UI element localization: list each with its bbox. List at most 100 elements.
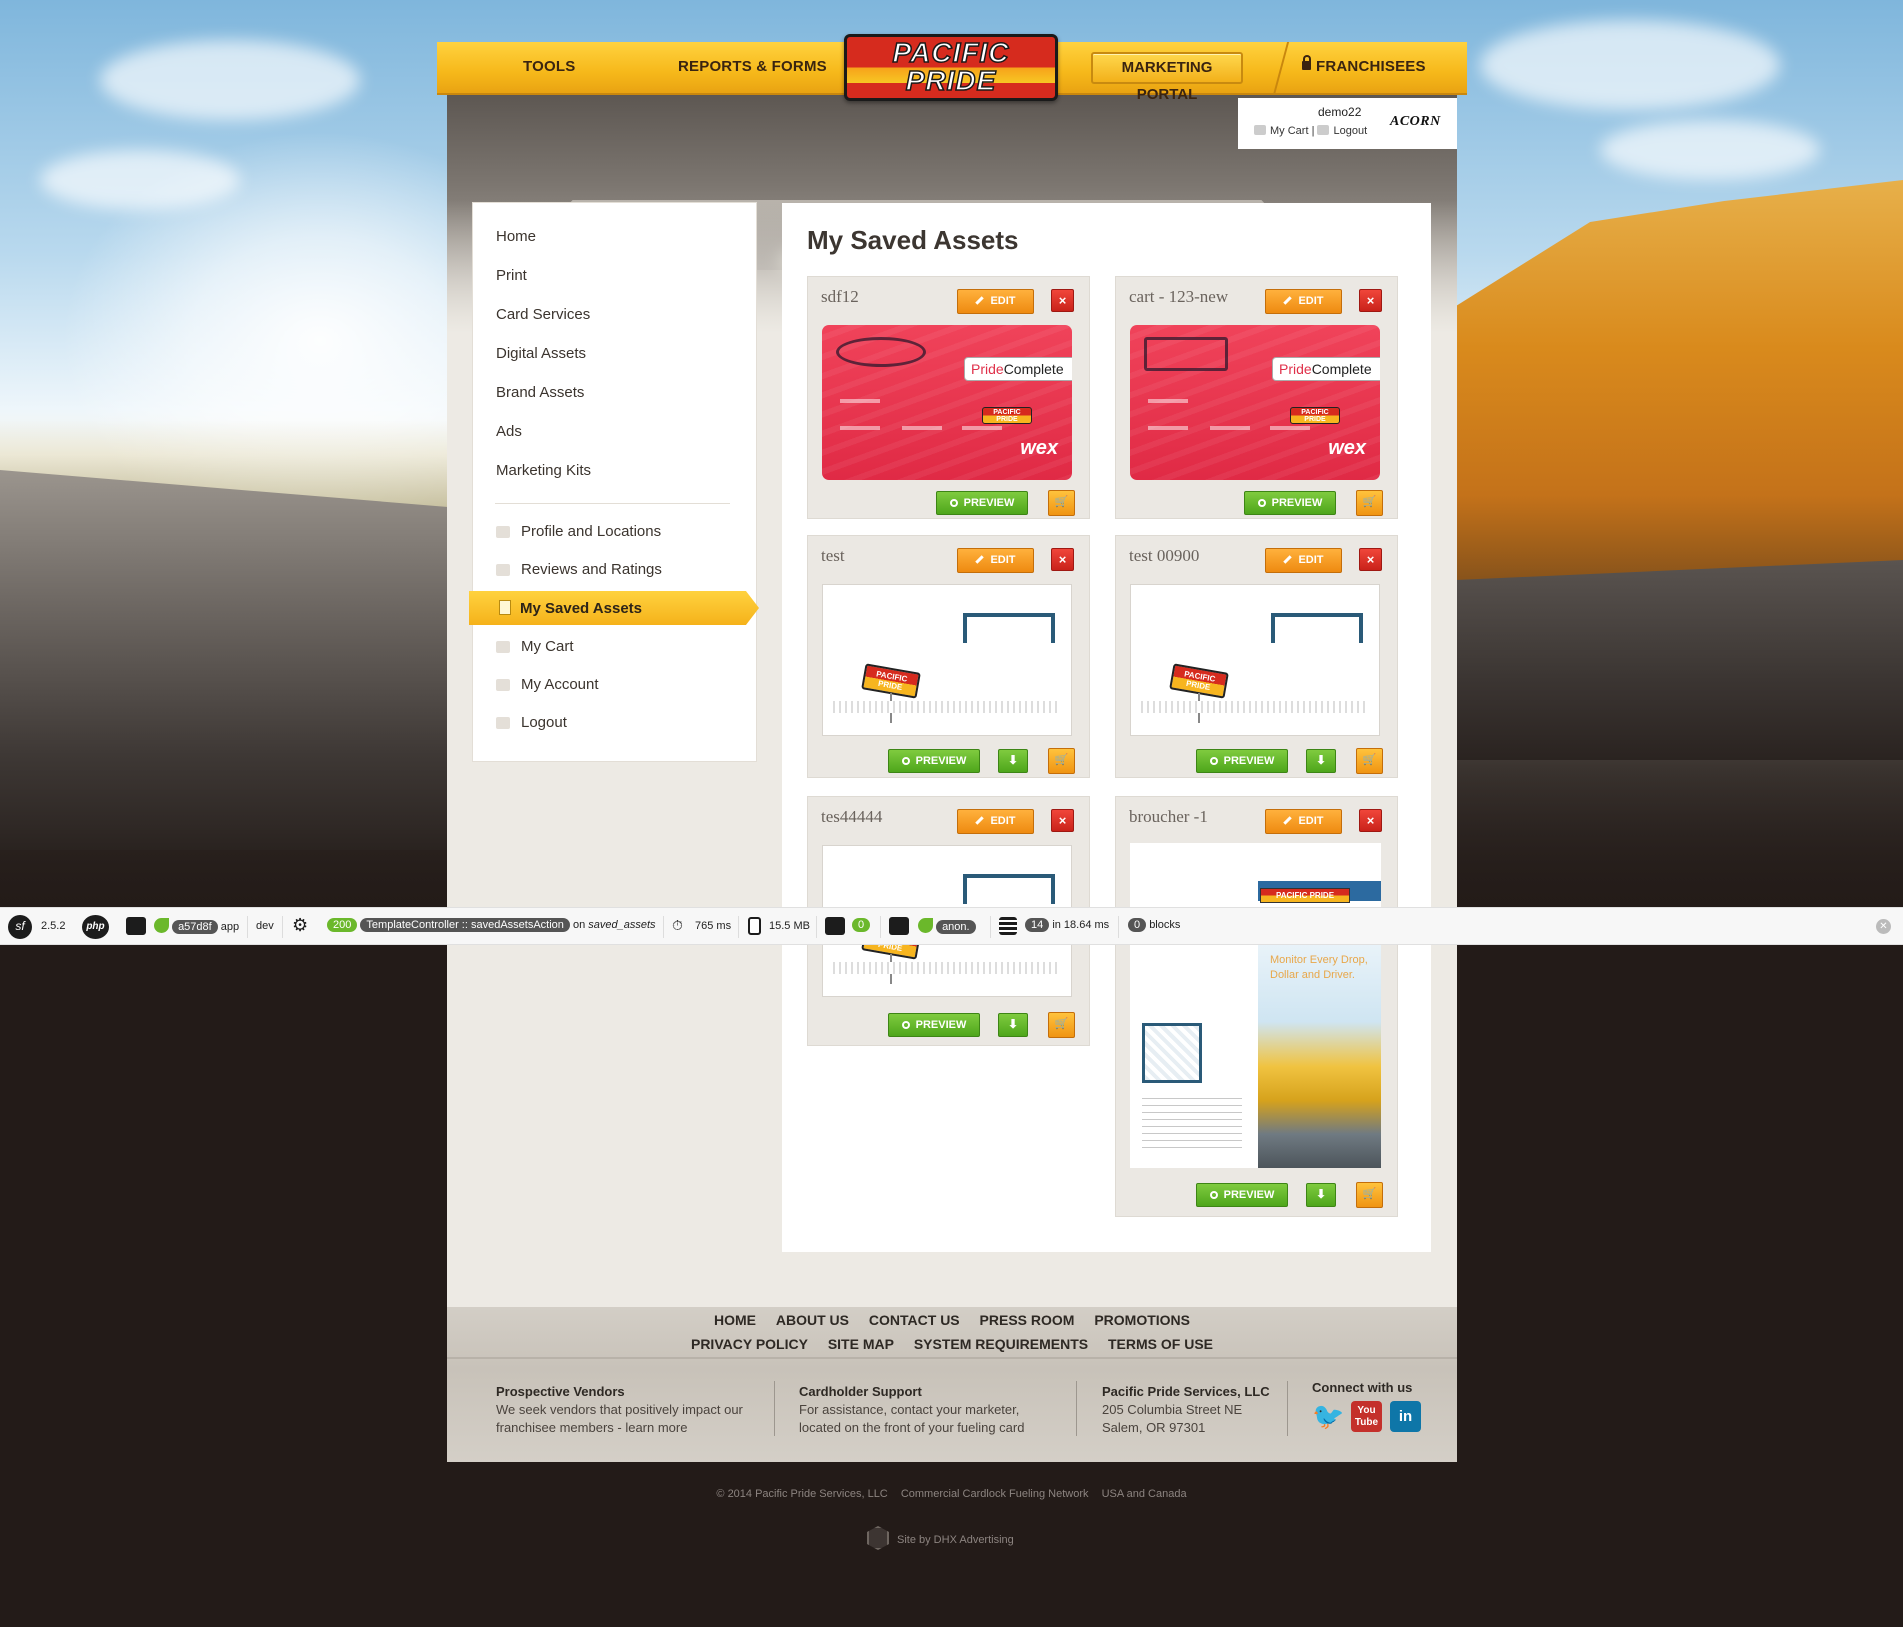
footer-link-about[interactable]: ABOUT US [776, 1312, 849, 1328]
nav-marketing-portal[interactable]: MARKETING PORTAL [1091, 52, 1243, 103]
edit-button[interactable]: EDIT [1265, 548, 1342, 573]
sidebar-item-print[interactable]: Print [496, 267, 527, 284]
logout-link[interactable]: Logout [1317, 125, 1367, 137]
token-section[interactable]: a57d8f app [154, 918, 239, 934]
edit-button[interactable]: EDIT [1265, 809, 1342, 834]
edit-button[interactable]: EDIT [1265, 289, 1342, 314]
nav-reports-forms[interactable]: REPORTS & FORMS [678, 58, 827, 75]
footer-link-privacy[interactable]: PRIVACY POLICY [691, 1336, 808, 1352]
asset-thumbnail[interactable]: PrideComplete PACIFIC PRIDE wex [1130, 325, 1380, 480]
security-section[interactable]: anon. [918, 918, 976, 934]
footer-link-terms[interactable]: TERMS OF USE [1108, 1336, 1213, 1352]
symfony-logo[interactable]: sf [8, 915, 32, 939]
preview-button[interactable]: PREVIEW [888, 749, 980, 773]
sidebar-item-my-cart[interactable]: My Cart [521, 638, 574, 655]
sidebar-divider [495, 503, 730, 504]
preview-button[interactable]: PREVIEW [888, 1013, 980, 1037]
sidebar-item-marketing-kits[interactable]: Marketing Kits [496, 462, 591, 479]
vendors-title[interactable]: Prospective Vendors [496, 1383, 743, 1401]
wex-logo: wex [1328, 437, 1366, 459]
badge-prefix: Pride [971, 361, 1004, 377]
cart-icon: 🛒 [1054, 1018, 1069, 1030]
nav-franchisees[interactable]: FRANCHISEES [1302, 55, 1426, 75]
magnifier-icon [901, 1021, 910, 1029]
card-field-line [962, 426, 1002, 430]
cart-icon: 🛒 [1362, 496, 1377, 508]
asset-thumbnail[interactable]: PACIFIC PRIDE Monitor Every Drop, Dollar… [1130, 843, 1381, 1168]
sidebar-item-ads[interactable]: Ads [496, 423, 522, 440]
download-button[interactable]: ⬇ [1306, 1183, 1336, 1207]
my-cart-label: My Cart [1270, 125, 1309, 137]
status-badge: 200 [327, 918, 358, 932]
sidebar-item-logout[interactable]: Logout [521, 714, 567, 731]
card-field-line [840, 399, 880, 403]
address-line-2: Salem, OR 97301 [1102, 1420, 1206, 1435]
leaf-icon [154, 918, 169, 933]
asset-thumbnail[interactable]: PACIFIC PRIDE [822, 584, 1072, 736]
linkedin-icon[interactable]: in [1390, 1401, 1421, 1432]
magnifier-icon [1257, 499, 1266, 507]
acorn-logo: ACORN [1390, 114, 1441, 129]
add-to-cart-button[interactable]: 🛒 [1356, 490, 1383, 516]
sidebar-item-my-saved-assets[interactable]: My Saved Assets [469, 591, 759, 625]
blocks-section[interactable]: 0 blocks [1128, 918, 1180, 932]
footer-link-promotions[interactable]: PROMOTIONS [1094, 1312, 1190, 1328]
twitter-icon[interactable]: 🐦 [1312, 1401, 1344, 1432]
preview-button[interactable]: PREVIEW [1244, 491, 1336, 515]
site-credit[interactable]: Site by DHX Advertising [867, 1526, 1014, 1550]
download-icon: ⬇ [1315, 1187, 1327, 1201]
preview-button[interactable]: PREVIEW [1196, 749, 1288, 773]
download-button[interactable]: ⬇ [998, 749, 1028, 773]
nav-tools[interactable]: TOOLS [523, 58, 575, 75]
road-right [1456, 560, 1903, 760]
delete-button[interactable]: × [1051, 548, 1074, 571]
php-logo[interactable]: php [82, 915, 109, 939]
sidebar-item-profile-locations[interactable]: Profile and Locations [521, 523, 661, 540]
db-section[interactable]: 14 in 18.64 ms [1025, 918, 1109, 932]
download-button[interactable]: ⬇ [1306, 749, 1336, 773]
blue-logo-graphic [963, 613, 1055, 643]
footer-link-sitemap[interactable]: SITE MAP [828, 1336, 894, 1352]
youtube-icon[interactable]: You Tube [1351, 1401, 1382, 1432]
pacific-pride-logo[interactable]: PACIFIC PRIDE [844, 34, 1058, 101]
vendors-text-2[interactable]: franchisee members - learn more [496, 1419, 743, 1437]
preview-button[interactable]: PREVIEW [1196, 1183, 1288, 1207]
my-cart-link[interactable]: My Cart [1254, 125, 1309, 137]
time-value[interactable]: 765 ms [695, 920, 731, 932]
preview-button[interactable]: PREVIEW [936, 491, 1028, 515]
sidebar-item-digital-assets[interactable]: Digital Assets [496, 345, 586, 362]
asset-thumbnail[interactable]: PACIFIC PRIDE [1130, 584, 1380, 736]
sidebar-item-home[interactable]: Home [496, 228, 536, 245]
footer-link-press[interactable]: PRESS ROOM [980, 1312, 1075, 1328]
asset-thumbnail[interactable]: PrideComplete PACIFIC PRIDE wex [822, 325, 1072, 480]
delete-button[interactable]: × [1051, 809, 1074, 832]
symfony-version: 2.5.2 [41, 920, 66, 932]
footer-link-system-requirements[interactable]: SYSTEM REQUIREMENTS [914, 1336, 1088, 1352]
delete-button[interactable]: × [1359, 289, 1382, 312]
edit-button[interactable]: EDIT [957, 809, 1034, 834]
forms-section[interactable]: 0 [852, 918, 871, 932]
add-to-cart-button[interactable]: 🛒 [1048, 748, 1075, 774]
add-to-cart-button[interactable]: 🛒 [1356, 748, 1383, 774]
delete-button[interactable]: × [1359, 548, 1382, 571]
request-section[interactable]: 200 TemplateController :: savedAssetsAct… [327, 918, 656, 932]
edit-button[interactable]: EDIT [957, 548, 1034, 573]
sidebar-item-my-account[interactable]: My Account [521, 676, 599, 693]
sidebar-item-reviews-ratings[interactable]: Reviews and Ratings [521, 561, 662, 578]
edit-button[interactable]: EDIT [957, 289, 1034, 314]
delete-button[interactable]: × [1359, 809, 1382, 832]
support-title[interactable]: Cardholder Support [799, 1383, 1024, 1401]
download-button[interactable]: ⬇ [998, 1013, 1028, 1037]
footer-link-contact[interactable]: CONTACT US [869, 1312, 960, 1328]
delete-button[interactable]: × [1051, 289, 1074, 312]
add-to-cart-button[interactable]: 🛒 [1048, 1012, 1075, 1038]
download-icon: ⬇ [1007, 753, 1019, 767]
sidebar-item-card-services[interactable]: Card Services [496, 306, 590, 323]
close-toolbar-button[interactable]: ✕ [1876, 919, 1891, 934]
sidebar-item-brand-assets[interactable]: Brand Assets [496, 384, 584, 401]
wex-logo: wex [1020, 437, 1058, 459]
add-to-cart-button[interactable]: 🛒 [1356, 1182, 1383, 1208]
footer-link-home[interactable]: HOME [714, 1312, 756, 1328]
memory-value[interactable]: 15.5 MB [769, 920, 810, 932]
add-to-cart-button[interactable]: 🛒 [1048, 490, 1075, 516]
